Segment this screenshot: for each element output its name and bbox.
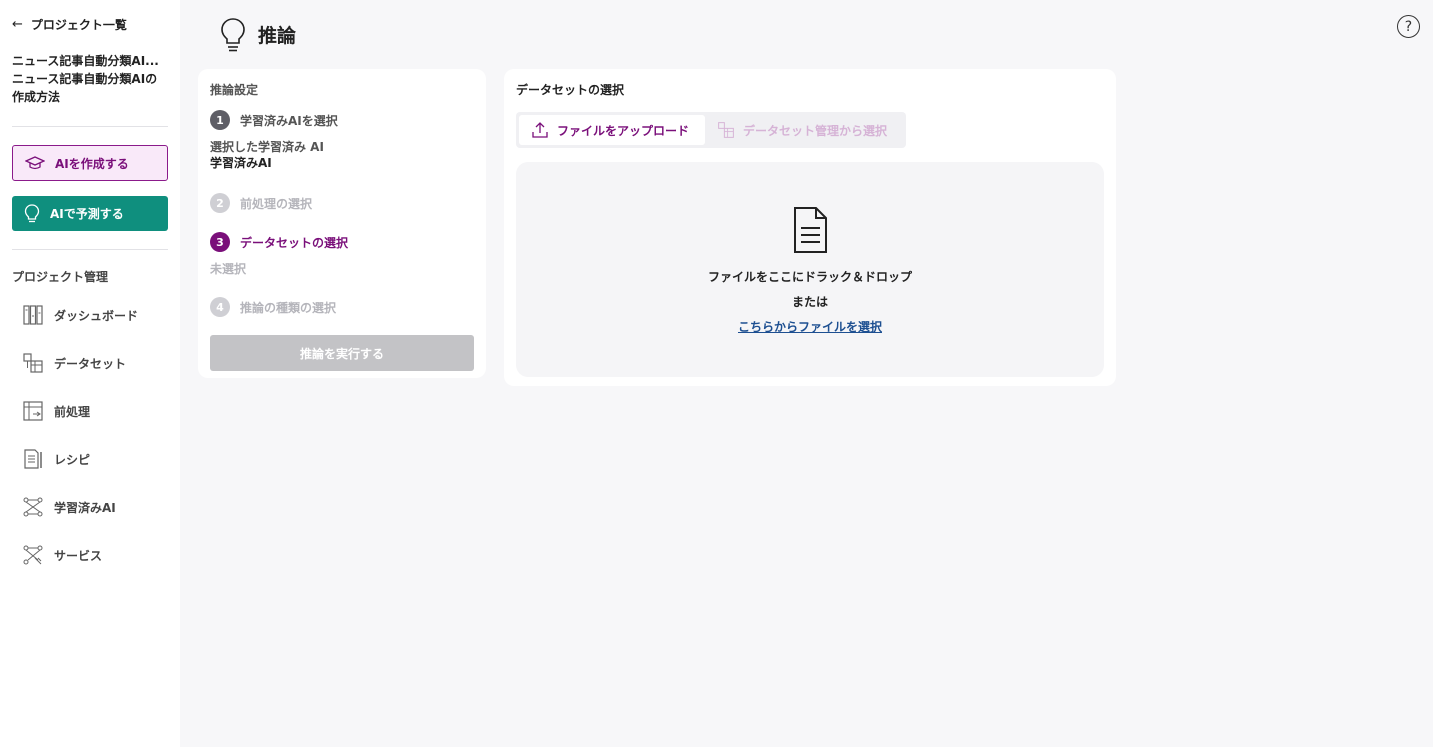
content-area: 推論設定 1 学習済みAIを選択 選択した学習済み AI 学習済みAI 2 前処… [198, 69, 1415, 386]
dataset-icon [23, 353, 43, 373]
sidebar-item-preprocess[interactable]: 前処理 [12, 387, 168, 435]
upload-icon [532, 122, 548, 138]
predict-ai-label: AIで予測する [50, 207, 124, 221]
project-subtitle-line2: 作成方法 [12, 90, 61, 104]
arrow-left-icon: ← [12, 16, 23, 32]
selected-ai-label: 選択した学習済み AI [210, 140, 324, 154]
tab-upload-file[interactable]: ファイルをアップロード [519, 115, 705, 145]
page-title: 推論 [258, 25, 297, 47]
tab-manager-label: データセット管理から選択 [743, 123, 888, 138]
drop-instruction: ファイルをここにドラック＆ドロップ [707, 270, 912, 284]
graduation-cap-icon [25, 156, 45, 170]
create-ai-button[interactable]: AIを作成する [12, 145, 168, 181]
document-icon [794, 207, 827, 253]
step-label: 学習済みAIを選択 [240, 113, 338, 128]
sidebar-item-label: 学習済みAI [54, 500, 116, 515]
tab-upload-label: ファイルをアップロード [557, 123, 690, 138]
step-3[interactable]: 3 データセットの選択 [210, 232, 474, 252]
sidebar-item-service[interactable]: サービス [12, 531, 168, 579]
settings-title: 推論設定 [210, 83, 259, 97]
service-icon [23, 545, 43, 565]
step-label: 前処理の選択 [240, 196, 313, 211]
project-title: ニュース記事自動分類AI... [12, 54, 159, 68]
step-2[interactable]: 2 前処理の選択 [210, 193, 474, 213]
project-management-label: プロジェクト管理 [12, 270, 109, 284]
sidebar-item-recipe[interactable]: レシピ [12, 435, 168, 483]
divider [12, 126, 168, 127]
page-header: 推論 [198, 0, 1415, 69]
dataset-unselected-text: 未選択 [210, 262, 247, 276]
step-number: 3 [210, 232, 230, 252]
sidebar-item-trained-ai[interactable]: 学習済みAI [12, 483, 168, 531]
step-label: データセットの選択 [240, 235, 349, 250]
recipe-icon [24, 449, 42, 469]
or-text: または [791, 295, 828, 309]
dataset-selection-panel: データセットの選択 ファイルをアップロード データセット管理から選択 ファイルを… [504, 69, 1116, 386]
step-label: 推論の種類の選択 [240, 300, 337, 315]
step-1[interactable]: 1 学習済みAIを選択 [210, 110, 474, 130]
run-inference-button[interactable]: 推論を実行する [210, 335, 474, 371]
step-4[interactable]: 4 推論の種類の選択 [210, 297, 474, 317]
dataset-icon [718, 122, 734, 138]
create-ai-label: AIを作成する [55, 156, 129, 171]
sidebar-item-dashboard[interactable]: ダッシュボード [12, 291, 168, 339]
file-dropzone[interactable]: ファイルをここにドラック＆ドロップ または こちらからファイルを選択 [516, 162, 1104, 377]
tab-dataset-manager[interactable]: データセット管理から選択 [705, 115, 899, 145]
back-to-projects-link[interactable]: ← プロジェクト一覧 [12, 14, 168, 34]
dataset-title: データセットの選択 [516, 83, 625, 97]
sidebar-item-label: サービス [54, 548, 103, 563]
preprocess-icon [23, 401, 43, 421]
sidebar-item-label: ダッシュボード [54, 308, 139, 323]
divider [12, 249, 168, 250]
help-icon[interactable]: ? [1397, 15, 1420, 38]
selected-ai-value: 学習済みAI [210, 156, 272, 170]
step-number: 2 [210, 193, 230, 213]
step-number: 4 [210, 297, 230, 317]
project-subtitle-line1: ニュース記事自動分類AIの [12, 72, 158, 86]
sidebar-item-dataset[interactable]: データセット [12, 339, 168, 387]
select-file-link[interactable]: こちらからファイルを選択 [738, 318, 882, 335]
dataset-source-tabs: ファイルをアップロード データセット管理から選択 [516, 112, 906, 148]
inference-settings-panel: 推論設定 1 学習済みAIを選択 選択した学習済み AI 学習済みAI 2 前処… [198, 69, 486, 378]
trained-ai-icon [23, 497, 43, 517]
lightbulb-icon [221, 17, 245, 51]
sidebar: ← プロジェクト一覧 ニュース記事自動分類AI... ニュース記事自動分類AIの… [0, 0, 180, 747]
main-content: 推論 ? 推論設定 1 学習済みAIを選択 選択した学習済み AI 学習済みAI… [180, 0, 1433, 747]
dashboard-icon [23, 305, 43, 325]
lightbulb-icon [24, 203, 40, 222]
sidebar-item-label: データセット [54, 356, 127, 371]
predict-ai-button[interactable]: AIで予測する [12, 196, 168, 231]
back-link-label: プロジェクト一覧 [30, 17, 127, 32]
sidebar-item-label: 前処理 [54, 404, 91, 419]
step-number: 1 [210, 110, 230, 130]
sidebar-item-label: レシピ [54, 452, 91, 467]
